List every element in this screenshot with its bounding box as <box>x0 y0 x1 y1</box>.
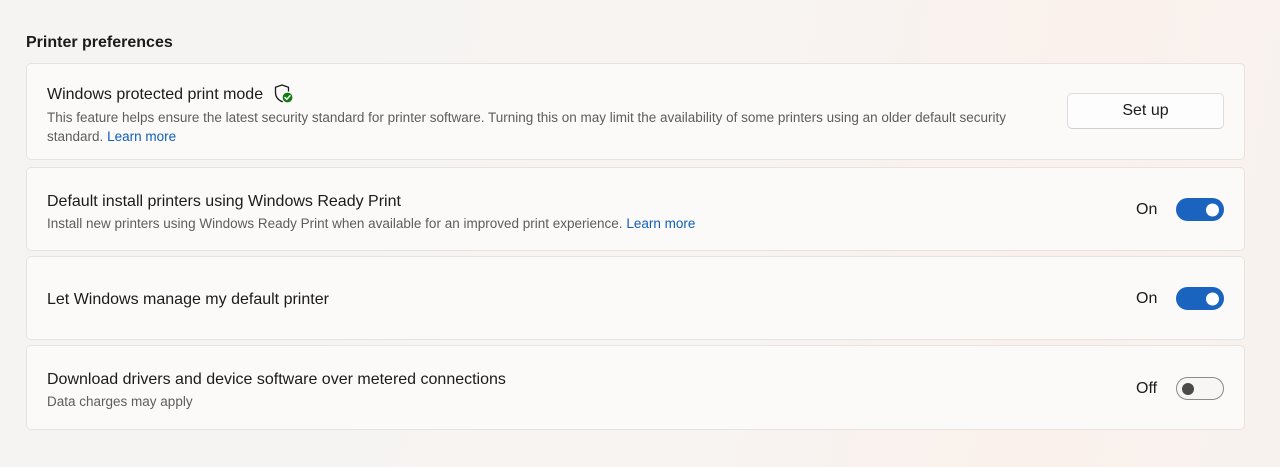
manage-default-printer-toggle[interactable] <box>1176 287 1224 310</box>
ready-print-card: Default install printers using Windows R… <box>26 167 1245 251</box>
manage-default-printer-toggle-group: On <box>1136 287 1224 310</box>
protected-print-mode-title: Windows protected print mode <box>47 86 264 103</box>
metered-connections-card: Download drivers and device software ove… <box>26 345 1245 430</box>
metered-connections-toggle-group: Off <box>1136 377 1224 400</box>
set-up-button[interactable]: Set up <box>1067 93 1224 129</box>
ready-print-toggle-state: On <box>1136 200 1158 218</box>
toggle-knob <box>1206 292 1219 305</box>
toggle-knob <box>1182 382 1194 395</box>
toggle-knob <box>1206 203 1219 216</box>
protected-print-mode-description: This feature helps ensure the latest sec… <box>47 108 1037 146</box>
protected-print-mode-description-text: This feature helps ensure the latest sec… <box>47 110 1006 144</box>
ready-print-learn-more-link[interactable]: Learn more <box>626 216 695 231</box>
manage-default-printer-card: Let Windows manage my default printer On <box>26 256 1245 340</box>
metered-connections-title: Download drivers and device software ove… <box>47 371 506 388</box>
metered-connections-text: Download drivers and device software ove… <box>47 370 506 411</box>
shield-check-icon <box>273 83 295 105</box>
protected-print-mode-title-row: Windows protected print mode <box>47 84 1037 106</box>
metered-connections-toggle-state: Off <box>1136 379 1158 397</box>
manage-default-printer-text: Let Windows manage my default printer <box>47 290 329 310</box>
ready-print-description-text: Install new printers using Windows Ready… <box>47 216 623 231</box>
ready-print-toggle[interactable] <box>1176 198 1224 221</box>
metered-connections-description: Data charges may apply <box>47 394 193 409</box>
protected-print-mode-text: Windows protected print mode This featur… <box>47 84 1037 146</box>
ready-print-description: Install new printers using Windows Ready… <box>47 214 1047 233</box>
protected-print-mode-card: Windows protected print mode This featur… <box>26 63 1245 160</box>
protected-print-mode-learn-more-link[interactable]: Learn more <box>107 129 176 144</box>
section-title: Printer preferences <box>26 34 173 51</box>
metered-connections-toggle[interactable] <box>1176 377 1224 400</box>
manage-default-printer-title: Let Windows manage my default printer <box>47 291 329 308</box>
ready-print-text: Default install printers using Windows R… <box>47 192 1047 233</box>
ready-print-title: Default install printers using Windows R… <box>47 193 401 210</box>
manage-default-printer-toggle-state: On <box>1136 289 1158 307</box>
ready-print-toggle-group: On <box>1136 198 1224 221</box>
